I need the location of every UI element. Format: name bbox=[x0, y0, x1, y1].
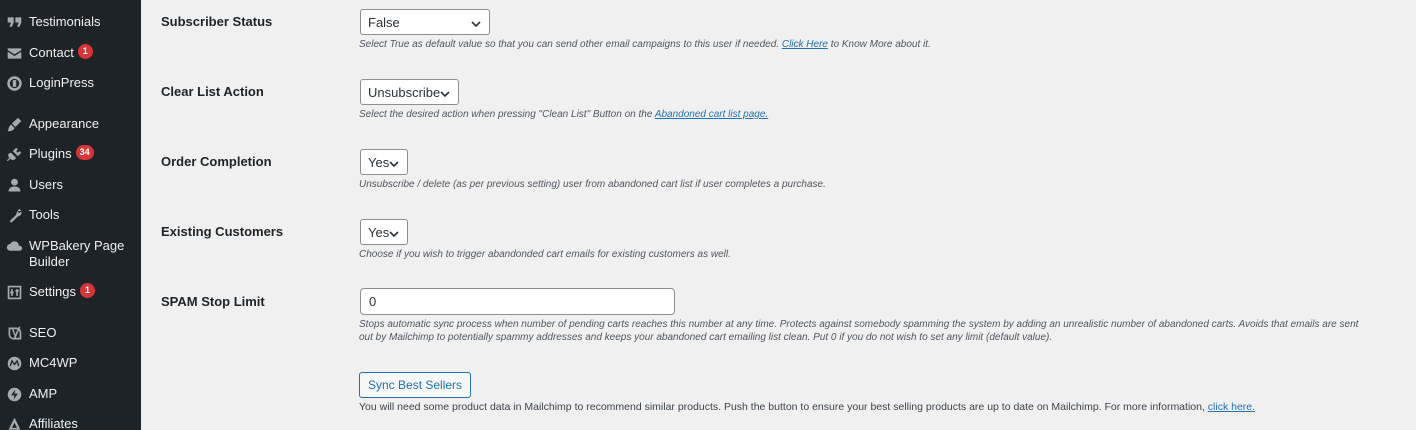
order-completion-label: Order Completion bbox=[161, 154, 272, 169]
sidebar-item-wpbakery[interactable]: WPBakery Page Builder bbox=[0, 236, 141, 270]
click-here-link[interactable]: Click Here bbox=[782, 39, 828, 50]
subscriber-status-description: Select True as default value so that you… bbox=[359, 39, 931, 50]
wrench-icon bbox=[4, 205, 24, 225]
spam-stop-limit-description-line2: out by Mailchimp to potentially spammy a… bbox=[359, 332, 1053, 343]
notification-badge: 1 bbox=[79, 283, 95, 298]
sidebar-item-label: Settings bbox=[29, 284, 76, 299]
sidebar-item-label: LoginPress bbox=[29, 75, 95, 90]
spam-stop-limit-input[interactable] bbox=[360, 288, 675, 315]
sidebar-item-label: Tools bbox=[29, 207, 60, 222]
notification-badge: 1 bbox=[77, 44, 93, 59]
abandoned-cart-list-link[interactable]: Abandoned cart list page. bbox=[655, 109, 768, 120]
order-completion-description: Unsubscribe / delete (as per previous se… bbox=[359, 179, 826, 190]
sidebar-item-label: Affiliates bbox=[29, 416, 78, 430]
subscriber-status-select[interactable]: False bbox=[360, 9, 490, 35]
envelope-icon bbox=[4, 43, 24, 63]
sidebar-item-label: Users bbox=[29, 177, 63, 192]
sliders-icon bbox=[4, 282, 24, 302]
sidebar-item-users[interactable]: Users bbox=[0, 175, 141, 195]
sidebar-item-label: AMP bbox=[29, 386, 58, 401]
select-value: False bbox=[368, 14, 400, 30]
clear-list-action-label: Clear List Action bbox=[161, 84, 264, 99]
cloud-icon bbox=[4, 236, 24, 256]
existing-customers-label: Existing Customers bbox=[161, 224, 284, 239]
sidebar-item-seo[interactable]: SEO bbox=[0, 323, 141, 343]
mc4wp-icon bbox=[4, 353, 24, 373]
sidebar-item-mc4wp[interactable]: MC4WP bbox=[0, 353, 141, 373]
order-completion-select[interactable]: Yes bbox=[360, 149, 408, 175]
amp-icon bbox=[4, 384, 24, 404]
sidebar-item-label-line2: Builder bbox=[29, 254, 70, 269]
chevron-down-icon bbox=[440, 87, 450, 98]
sidebar-item-loginpress[interactable]: LoginPress bbox=[0, 73, 141, 93]
sync-best-sellers-button[interactable]: Sync Best Sellers bbox=[359, 372, 472, 398]
yoast-icon bbox=[4, 323, 24, 343]
sidebar-item-testimonials[interactable]: Testimonials bbox=[0, 12, 141, 32]
spam-stop-limit-description-line1: Stops automatic sync process when number… bbox=[359, 319, 1359, 330]
select-value: Unsubscribe bbox=[368, 84, 441, 100]
sidebar-item-label: Appearance bbox=[29, 116, 100, 131]
sidebar-item-amp[interactable]: AMP bbox=[0, 384, 141, 404]
paintbrush-icon bbox=[4, 114, 24, 134]
select-value: Yes bbox=[368, 224, 390, 240]
sidebar-item-label: Contact bbox=[29, 45, 74, 60]
spam-stop-limit-label: SPAM Stop Limit bbox=[161, 294, 265, 309]
chevron-down-icon bbox=[389, 157, 399, 168]
click-here-info-link[interactable]: click here. bbox=[1208, 401, 1255, 413]
affiliates-icon bbox=[4, 414, 24, 430]
sidebar-item-label: SEO bbox=[29, 325, 57, 340]
sidebar-item-label: WPBakery Page bbox=[29, 238, 125, 253]
existing-customers-select[interactable]: Yes bbox=[360, 219, 408, 245]
clear-list-action-select[interactable]: Unsubscribe bbox=[360, 79, 459, 105]
chevron-down-icon bbox=[389, 227, 399, 238]
plug-icon bbox=[4, 144, 24, 164]
sidebar-item-settings[interactable]: Settings 1 bbox=[0, 282, 141, 302]
sidebar-item-affiliates[interactable]: Affiliates bbox=[0, 414, 141, 430]
sync-best-sellers-note: You will need some product data in Mailc… bbox=[359, 401, 1256, 413]
sidebar-item-contact[interactable]: Contact 1 bbox=[0, 43, 141, 63]
user-icon bbox=[4, 175, 24, 195]
select-value: Yes bbox=[368, 154, 390, 170]
quote-icon bbox=[4, 12, 24, 32]
sidebar-item-label: Testimonials bbox=[29, 14, 101, 29]
notification-badge: 34 bbox=[75, 145, 94, 160]
admin-sidebar: Testimonials Contact 1 LoginPress Appear… bbox=[0, 0, 141, 430]
clear-list-action-description: Select the desired action when pressing … bbox=[359, 109, 769, 120]
sidebar-item-plugins[interactable]: Plugins 34 bbox=[0, 144, 141, 164]
sidebar-item-tools[interactable]: Tools bbox=[0, 205, 141, 225]
existing-customers-description: Choose if you wish to trigger abandonded… bbox=[359, 249, 731, 260]
sidebar-item-label: Plugins bbox=[29, 146, 72, 161]
loginpress-icon bbox=[4, 73, 24, 93]
sidebar-item-appearance[interactable]: Appearance bbox=[0, 114, 141, 134]
sidebar-item-label: MC4WP bbox=[29, 355, 78, 370]
chevron-down-icon bbox=[471, 17, 481, 28]
subscriber-status-label: Subscriber Status bbox=[161, 14, 273, 29]
